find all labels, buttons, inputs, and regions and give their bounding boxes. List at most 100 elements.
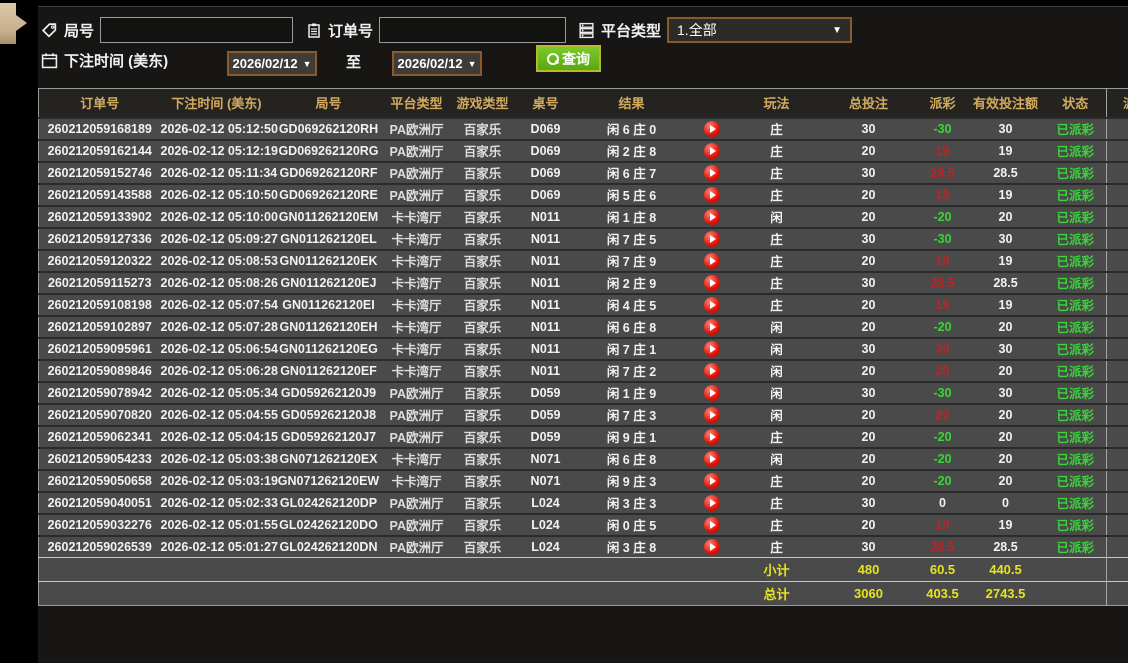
cell-extra [1106, 116, 1128, 140]
cell-bet: 闲 [734, 204, 819, 228]
cell-play [688, 534, 735, 558]
subtotal-row-spacer [160, 557, 273, 582]
cell-total-bet: 20 [818, 204, 919, 228]
cell-order: 260212059133902 [38, 204, 161, 228]
play-result-icon[interactable] [703, 406, 720, 423]
col-header-time: 下注时间 (美东) [160, 88, 273, 118]
play-result-icon[interactable] [703, 230, 720, 247]
cell-order: 260212059078942 [38, 380, 161, 404]
table-row: 260212059050658 2026-02-12 05:03:19 GN0712… [38, 468, 1128, 492]
cell-status: 已派彩 [1044, 446, 1107, 470]
cell-payout: 20 [918, 358, 967, 382]
play-result-icon[interactable] [703, 362, 720, 379]
cell-time: 2026-02-12 05:03:38 [160, 446, 278, 470]
cell-order: 260212059032276 [38, 512, 161, 536]
cell-table-no: N011 [516, 248, 575, 272]
play-result-icon[interactable] [703, 274, 720, 291]
cell-order: 260212059054233 [38, 446, 161, 470]
play-result-icon[interactable] [703, 428, 720, 445]
cell-extra [1106, 248, 1128, 272]
cell-table-no: D059 [516, 402, 575, 426]
grand-total-row: 总计 3060 403.5 2743.5 [38, 581, 1128, 606]
cell-time: 2026-02-12 05:02:33 [160, 490, 278, 514]
cell-game: 百家乐 [448, 402, 517, 426]
cell-round: GN071262120EX [272, 446, 385, 470]
cell-status: 已派彩 [1044, 138, 1107, 162]
cell-platform: 卡卡湾厅 [384, 204, 449, 228]
cell-table-no: N011 [516, 226, 575, 250]
cell-payout: 20 [918, 402, 967, 426]
cell-valid-bet: 30 [966, 116, 1045, 140]
play-result-icon[interactable] [703, 120, 720, 137]
cell-valid-bet: 19 [966, 248, 1045, 272]
cell-payout: 19 [918, 248, 967, 272]
play-result-icon[interactable] [703, 494, 720, 511]
play-result-icon[interactable] [703, 252, 720, 269]
cell-table-no: D069 [516, 160, 575, 184]
cell-extra [1106, 292, 1128, 316]
cell-table-no: D069 [516, 182, 575, 206]
date-from-picker[interactable]: 2026/02/12 ▼ [227, 51, 317, 76]
cell-time: 2026-02-12 05:07:28 [160, 314, 278, 338]
platform-selected-value: 1.全部 [677, 22, 717, 38]
cell-play [688, 358, 735, 382]
cell-platform: PA欧洲厅 [384, 402, 449, 426]
table-row: 260212059168189 2026-02-12 05:12:50 GD0692… [38, 116, 1128, 140]
cell-valid-bet: 30 [966, 336, 1045, 360]
cell-bet: 闲 [734, 402, 819, 426]
cell-total-bet: 30 [818, 380, 919, 404]
play-result-icon[interactable] [703, 340, 720, 357]
play-result-icon[interactable] [703, 450, 720, 467]
platform-filter: 平台类型 1.全部 ▼ [578, 17, 853, 43]
play-result-icon[interactable] [703, 538, 720, 555]
cell-platform: PA欧洲厅 [384, 490, 449, 514]
play-result-icon[interactable] [703, 164, 720, 181]
table-row: 260212059026539 2026-02-12 05:01:27 GL0242… [38, 534, 1128, 558]
cell-play [688, 292, 735, 316]
col-header-platform: 平台类型 [384, 88, 449, 118]
cell-platform: PA欧洲厅 [384, 182, 449, 206]
cell-round: GN011262120EF [272, 358, 385, 382]
play-result-icon[interactable] [703, 142, 720, 159]
play-result-icon[interactable] [703, 296, 720, 313]
date-to-picker[interactable]: 2026/02/12 ▼ [392, 51, 482, 76]
play-result-icon[interactable] [703, 318, 720, 335]
cell-bet: 庄 [734, 160, 819, 184]
cell-round: GD069262120RH [272, 116, 385, 140]
play-result-icon[interactable] [703, 472, 720, 489]
cell-valid-bet: 0 [966, 490, 1045, 514]
cell-time: 2026-02-12 05:08:53 [160, 248, 278, 272]
cell-round: GN071262120EW [272, 468, 385, 492]
cell-extra [1106, 446, 1128, 470]
cell-status: 已派彩 [1044, 336, 1107, 360]
cell-extra [1106, 336, 1128, 360]
table-row: 260212059095961 2026-02-12 05:06:54 GN0112… [38, 336, 1128, 360]
cell-time: 2026-02-12 05:01:27 [160, 534, 278, 558]
cell-bet: 庄 [734, 248, 819, 272]
play-result-icon[interactable] [703, 186, 720, 203]
table-row: 260212059127336 2026-02-12 05:09:27 GN0112… [38, 226, 1128, 250]
cell-time: 2026-02-12 05:06:54 [160, 336, 278, 360]
grand-total-row-spacer [516, 581, 575, 606]
cell-bet: 庄 [734, 424, 819, 448]
cell-platform: 卡卡湾厅 [384, 468, 449, 492]
cell-payout: 19 [918, 138, 967, 162]
cell-total-bet: 20 [818, 314, 919, 338]
platform-type-select[interactable]: 1.全部 ▼ [667, 17, 853, 43]
play-result-icon[interactable] [703, 516, 720, 533]
order-input[interactable] [379, 17, 567, 43]
cell-game: 百家乐 [448, 116, 517, 140]
cell-status: 已派彩 [1044, 358, 1107, 382]
cell-round: GD059262120J9 [272, 380, 385, 404]
cell-platform: 卡卡湾厅 [384, 336, 449, 360]
cell-result: 闲 7 庄 9 [574, 248, 689, 272]
query-button[interactable]: 查询 [536, 45, 601, 72]
round-label: 局号 [64, 22, 95, 40]
round-input[interactable] [100, 17, 294, 43]
collapse-panel-tab[interactable] [0, 3, 27, 44]
cell-time: 2026-02-12 05:10:00 [160, 204, 278, 228]
cell-result: 闲 6 庄 0 [574, 116, 689, 140]
col-header-order: 订单号 [38, 88, 161, 118]
play-result-icon[interactable] [703, 208, 720, 225]
play-result-icon[interactable] [703, 384, 720, 401]
